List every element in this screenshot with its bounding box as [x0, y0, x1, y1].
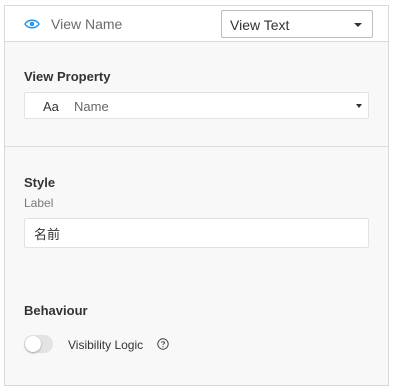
- chevron-down-icon: [356, 104, 362, 108]
- properties-panel: View Name View Text View Property Aa Nam…: [4, 5, 389, 386]
- section-divider: [5, 146, 388, 147]
- view-name-title: View Name: [51, 16, 123, 32]
- view-type-select-value: View Text: [230, 17, 290, 33]
- toggle-knob: [25, 336, 41, 352]
- chevron-down-icon: [354, 23, 362, 27]
- help-icon[interactable]: [157, 338, 169, 350]
- view-property-heading: View Property: [24, 69, 111, 84]
- eye-icon: [24, 19, 40, 29]
- view-type-select[interactable]: View Text: [221, 10, 373, 38]
- panel-header: View Name View Text: [5, 6, 388, 42]
- view-property-select-value: Name: [74, 99, 109, 114]
- visibility-logic-label: Visibility Logic: [68, 338, 144, 352]
- label-caption: Label: [24, 196, 54, 210]
- style-heading: Style: [24, 175, 56, 190]
- text-type-icon: Aa: [43, 99, 59, 114]
- view-property-select[interactable]: Aa Name: [24, 92, 369, 119]
- visibility-logic-toggle[interactable]: [24, 335, 53, 353]
- behaviour-heading: Behaviour: [24, 303, 88, 318]
- label-input[interactable]: [24, 218, 369, 248]
